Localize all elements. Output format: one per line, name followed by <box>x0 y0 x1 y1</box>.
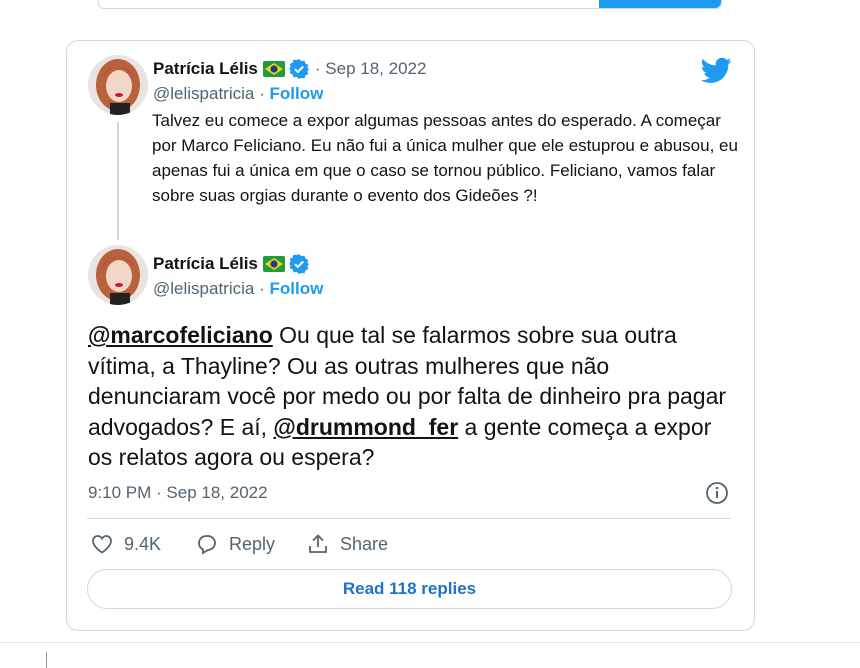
like-button[interactable]: 9.4K <box>90 532 161 556</box>
author-handle[interactable]: @lelispatricia <box>153 84 254 103</box>
date-text: Sep 18, 2022 <box>325 59 427 78</box>
info-icon[interactable] <box>705 481 729 505</box>
twitter-bird-icon[interactable] <box>701 57 732 84</box>
date-separator: · <box>314 59 321 78</box>
tweet-timestamp[interactable]: 9:10 PM · Sep 18, 2022 <box>88 483 268 503</box>
avatar[interactable] <box>88 55 148 115</box>
reply-button[interactable]: Reply <box>195 532 275 556</box>
author-name[interactable]: Patrícia Lélis <box>153 59 258 79</box>
reply-bubble-icon <box>198 535 216 555</box>
main-handle-row: @lelispatricia · Follow <box>153 279 323 299</box>
follow-button[interactable]: Follow <box>270 84 324 103</box>
mention-link[interactable]: @marcofeliciano <box>88 322 273 348</box>
text-cursor <box>46 652 47 668</box>
read-replies-button[interactable]: Read 118 replies <box>87 569 732 609</box>
heart-icon <box>92 535 112 554</box>
quoted-tweet-text: Talvez eu comece a expor algumas pessoas… <box>152 111 738 205</box>
share-icon <box>309 534 327 553</box>
brazil-flag-icon <box>262 61 285 77</box>
share-label: Share <box>340 533 389 554</box>
top-blue-button[interactable] <box>599 0 721 8</box>
handle-separator: · <box>259 84 265 103</box>
mention-link[interactable]: @drummond_fer <box>273 414 458 440</box>
page-divider <box>0 642 860 643</box>
thread-line <box>117 122 119 240</box>
author-handle[interactable]: @lelispatricia <box>153 279 254 298</box>
divider <box>87 518 731 519</box>
brazil-flag-icon <box>262 256 285 272</box>
share-button[interactable]: Share <box>306 532 388 556</box>
verified-badge-icon <box>288 59 309 79</box>
reply-label: Reply <box>229 533 276 554</box>
tweet-date[interactable]: · Sep 18, 2022 <box>315 59 427 79</box>
like-count: 9.4K <box>124 533 162 554</box>
avatar[interactable] <box>88 245 148 305</box>
verified-badge-icon <box>288 254 309 274</box>
handle-separator: · <box>259 279 265 298</box>
main-tweet-text: @marcofeliciano Ou que tal se falarmos s… <box>88 320 738 473</box>
main-author-row: Patrícia Lélis <box>153 254 309 274</box>
author-name[interactable]: Patrícia Lélis <box>153 254 258 274</box>
follow-button[interactable]: Follow <box>270 279 324 298</box>
quoted-handle-row: @lelispatricia · Follow <box>153 84 323 104</box>
quoted-author-row: Patrícia Lélis · Sep 18, 2022 <box>153 59 426 79</box>
